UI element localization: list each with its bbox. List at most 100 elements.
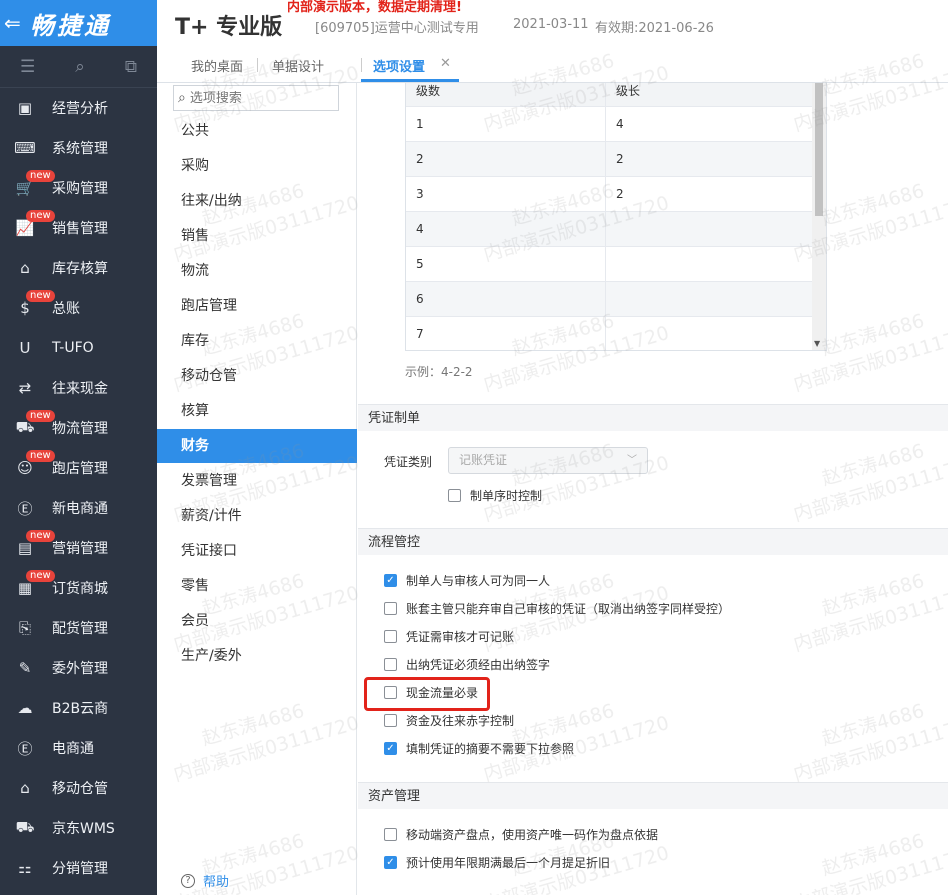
nav-item[interactable]: ▣ 经营分析 (0, 88, 157, 128)
grid-cell-level[interactable]: 3 (406, 177, 606, 211)
grid-row[interactable]: 14 (406, 107, 826, 142)
nav-item[interactable]: ☺ new 跑店管理 (0, 448, 157, 488)
option-category-item[interactable]: 库存 (157, 324, 357, 358)
scrollbar-thumb[interactable] (815, 83, 823, 216)
option-category-item[interactable]: 销售 (157, 219, 357, 253)
option-category-item[interactable]: 往来/出纳 (157, 184, 357, 218)
checkbox[interactable] (384, 630, 397, 643)
tab-option-settings[interactable]: 选项设置 (373, 56, 425, 75)
checkbox-option[interactable]: ✓ 预计使用年限期满最后一个月提足折旧 (384, 854, 610, 871)
grid-cell-length[interactable] (606, 282, 826, 316)
option-category-item[interactable]: 凭证接口 (157, 534, 357, 568)
checkbox-option[interactable]: ✓ 制单人与审核人可为同一人 (384, 572, 550, 589)
grid-header-length: 级长 (606, 83, 826, 106)
nav-item[interactable]: ▦ new 订货商城 (0, 568, 157, 608)
checkbox-option[interactable]: ✓ 填制凭证的摘要不需要下拉参照 (384, 740, 574, 757)
grid-cell-length[interactable] (606, 247, 826, 281)
checkbox[interactable] (384, 714, 397, 727)
grid-cell-level[interactable]: 2 (406, 142, 606, 176)
nav-item[interactable]: Ⓔ 新电商通 (0, 488, 157, 528)
option-category-item[interactable]: 公共 (157, 114, 357, 148)
nav-item[interactable]: ▤ new 营销管理 (0, 528, 157, 568)
seq-control-option[interactable]: 制单序时控制 (448, 487, 542, 504)
checkbox-checked[interactable]: ✓ (384, 742, 397, 755)
nav-item[interactable]: ⇄ 往来现金 (0, 368, 157, 408)
grid-row[interactable]: 7 (406, 317, 826, 350)
top-header: T+ 专业版 内部演示版本，数据定期清理! [609705]运营中心测试专用 2… (157, 0, 948, 46)
grid-cell-level[interactable]: 6 (406, 282, 606, 316)
nav-item[interactable]: ☁ B2B云商 (0, 688, 157, 728)
search-doc-icon[interactable]: ⌕ (75, 57, 85, 77)
grid-cell-length[interactable]: 2 (606, 142, 826, 176)
nav-item[interactable]: Ⓔ 电商通 (0, 728, 157, 768)
help-link[interactable]: ? 帮助 (181, 871, 229, 890)
checkbox-option[interactable]: 移动端资产盘点，使用资产唯一码作为盘点依据 (384, 826, 658, 843)
checkbox[interactable] (448, 489, 461, 502)
grid-row[interactable]: 4 (406, 212, 826, 247)
grid-cell-length[interactable]: 2 (606, 177, 826, 211)
option-category-item[interactable]: 发票管理 (157, 464, 357, 498)
grid-scrollbar[interactable]: ▼ (812, 83, 826, 350)
nav-item[interactable]: 📈 new 销售管理 (0, 208, 157, 248)
grid-row[interactable]: 5 (406, 247, 826, 282)
option-category-item[interactable]: 生产/委外 (157, 639, 357, 673)
chevron-down-icon: ﹀ (627, 455, 637, 466)
option-category-item[interactable]: 移动仓管 (157, 359, 357, 393)
grid-row[interactable]: 32 (406, 177, 826, 212)
option-label: 预计使用年限期满最后一个月提足折旧 (406, 856, 611, 870)
menu-icon[interactable]: ☰ (20, 57, 35, 77)
checkbox[interactable] (384, 828, 397, 841)
checkbox-checked[interactable]: ✓ (384, 574, 397, 587)
nav-item[interactable]: ⌨ 系统管理 (0, 128, 157, 168)
grid-row[interactable]: 22 (406, 142, 826, 177)
tab-form-design[interactable]: 单据设计 (272, 56, 324, 75)
checkbox[interactable] (384, 658, 397, 671)
tab-my-desktop[interactable]: 我的桌面 (191, 56, 243, 75)
option-category-item[interactable]: 物流 (157, 254, 357, 288)
checkbox[interactable] (384, 602, 397, 615)
checkbox-option[interactable]: 出纳凭证必须经由出纳签字 (384, 656, 550, 673)
checkbox-option[interactable]: 资金及往来赤字控制 (384, 712, 514, 729)
nav-item[interactable]: ⛟ new 物流管理 (0, 408, 157, 448)
voucher-type-select[interactable]: 记账凭证 ﹀ (448, 447, 648, 474)
nav-item[interactable]: ⛟ 京东WMS (0, 808, 157, 848)
distribution-icon: ⎘ (18, 619, 31, 637)
nav-item[interactable]: $ new 总账 (0, 288, 157, 328)
arrow-left-icon[interactable]: ⇐ (4, 11, 30, 35)
option-category-item[interactable]: 零售 (157, 569, 357, 603)
nav-item[interactable]: ✎ 委外管理 (0, 648, 157, 688)
new-badge: new (26, 170, 55, 182)
settings-content: 级数 级长 1422324567 ▼ 示例：4-2-2 凭证制单 凭证类别 记账… (358, 83, 948, 895)
option-search-input[interactable] (189, 90, 320, 106)
option-category-item[interactable]: 财务 (157, 429, 357, 463)
option-category-item[interactable]: 会员 (157, 604, 357, 638)
nav-item[interactable]: U T-UFO (0, 328, 157, 368)
nav-item[interactable]: ⎘ 配货管理 (0, 608, 157, 648)
tab-divider (361, 58, 362, 72)
nav-item[interactable]: ⌂ 移动仓管 (0, 768, 157, 808)
nav-item[interactable]: ⚏ 分销管理 (0, 848, 157, 888)
scroll-down-icon[interactable]: ▼ (814, 339, 820, 348)
warehouse-icon: ⌂ (20, 259, 30, 277)
grid-row[interactable]: 6 (406, 282, 826, 317)
grid-cell-level[interactable]: 1 (406, 107, 606, 141)
search-icon[interactable]: ⌕ (178, 90, 186, 106)
grid-cell-level[interactable]: 7 (406, 317, 606, 350)
grid-cell-length[interactable] (606, 212, 826, 246)
close-tab-icon[interactable]: ✕ (440, 56, 451, 71)
option-category-item[interactable]: 薪资/计件 (157, 499, 357, 533)
option-category-item[interactable]: 采购 (157, 149, 357, 183)
option-category-item[interactable]: 核算 (157, 394, 357, 428)
option-category-item[interactable]: 跑店管理 (157, 289, 357, 323)
nav-item[interactable]: ⌂ 库存核算 (0, 248, 157, 288)
nav-item[interactable]: 🛒 new 采购管理 (0, 168, 157, 208)
grid-cell-level[interactable]: 5 (406, 247, 606, 281)
grid-cell-length[interactable] (606, 317, 826, 350)
add-doc-icon[interactable]: ⧉ (125, 57, 137, 77)
grid-cell-length[interactable]: 4 (606, 107, 826, 141)
checkbox-checked[interactable]: ✓ (384, 856, 397, 869)
grid-cell-level[interactable]: 4 (406, 212, 606, 246)
checkbox-option[interactable]: 凭证需审核才可记账 (384, 628, 514, 645)
checkbox-option[interactable]: 账套主管只能弃审自己审核的凭证（取消出纳签字同样受控） (384, 600, 730, 617)
nav-item-label: 跑店管理 (52, 461, 108, 477)
